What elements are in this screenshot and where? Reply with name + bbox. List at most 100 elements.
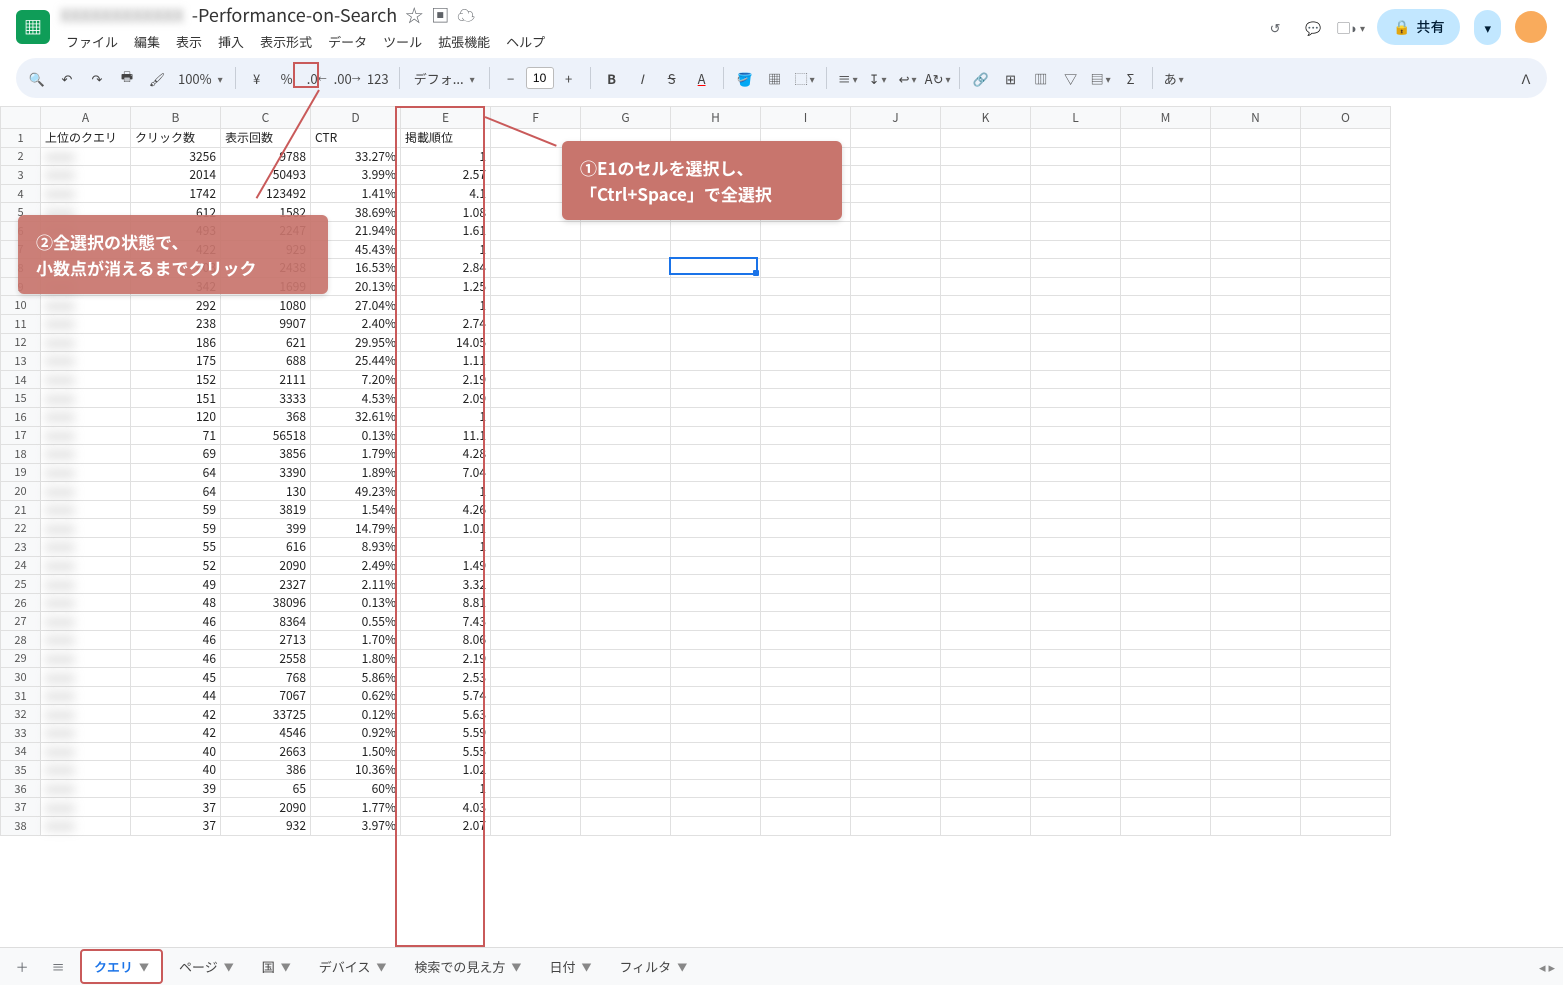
cell[interactable] — [761, 649, 851, 668]
cell[interactable] — [1211, 296, 1301, 315]
cell[interactable] — [581, 798, 671, 817]
cell[interactable] — [851, 705, 941, 724]
cell[interactable] — [941, 203, 1031, 222]
cell[interactable] — [1031, 556, 1121, 575]
cell[interactable]: 4546 — [221, 724, 311, 743]
cell[interactable] — [941, 370, 1031, 389]
cell[interactable]: 8.81 — [401, 593, 491, 612]
cell[interactable] — [491, 724, 581, 743]
cell[interactable] — [941, 296, 1031, 315]
cell[interactable] — [1301, 556, 1391, 575]
cell[interactable]: xxxxx — [41, 370, 131, 389]
cell[interactable] — [491, 445, 581, 464]
cell[interactable]: 49 — [131, 575, 221, 594]
cell[interactable]: 38096 — [221, 593, 311, 612]
cell[interactable] — [671, 389, 761, 408]
cell[interactable]: 1.41% — [311, 184, 401, 203]
cell[interactable] — [581, 296, 671, 315]
cell[interactable]: 616 — [221, 538, 311, 557]
cell[interactable] — [1031, 482, 1121, 501]
cell[interactable] — [1211, 259, 1301, 278]
sheet-tab-日付[interactable]: 日付▼ — [537, 949, 603, 984]
cell[interactable] — [1121, 463, 1211, 482]
row-header[interactable]: 36 — [1, 779, 41, 798]
menu-ファイル[interactable]: ファイル — [60, 30, 124, 53]
cell[interactable] — [761, 352, 851, 371]
cell[interactable]: xxxxx — [41, 389, 131, 408]
cell[interactable]: 386 — [221, 761, 311, 780]
cell[interactable]: 11.1 — [401, 426, 491, 445]
cell[interactable] — [941, 482, 1031, 501]
cell[interactable]: 14.05 — [401, 333, 491, 352]
cell[interactable] — [1121, 221, 1211, 240]
cell[interactable]: 4.28 — [401, 445, 491, 464]
cell[interactable] — [941, 352, 1031, 371]
cell[interactable] — [851, 742, 941, 761]
cell[interactable]: 1.54% — [311, 500, 401, 519]
cell[interactable]: 64 — [131, 482, 221, 501]
tab-dropdown-icon[interactable]: ▼ — [511, 959, 521, 974]
cell[interactable]: xxxxx — [41, 761, 131, 780]
document-title[interactable]: XXXXXXXXXXXX-Performance-on-Search ☆ ▣ ☁ — [60, 2, 551, 28]
cell[interactable] — [761, 463, 851, 482]
comments-icon[interactable]: 💬 — [1301, 15, 1325, 39]
tab-dropdown-icon[interactable]: ▼ — [224, 959, 234, 974]
cell[interactable] — [1121, 631, 1211, 650]
cell[interactable] — [491, 296, 581, 315]
cell[interactable] — [1121, 649, 1211, 668]
cell[interactable] — [1211, 370, 1301, 389]
menu-編集[interactable]: 編集 — [128, 30, 166, 53]
wrap-button[interactable]: ↩ — [895, 64, 921, 92]
cell[interactable] — [1031, 593, 1121, 612]
cell[interactable]: 120 — [131, 407, 221, 426]
cell[interactable] — [1121, 277, 1211, 296]
cell[interactable] — [941, 742, 1031, 761]
cell[interactable]: xxxxx — [41, 668, 131, 687]
menu-データ[interactable]: データ — [322, 30, 373, 53]
cell[interactable] — [761, 742, 851, 761]
cell[interactable]: xxxxx — [41, 184, 131, 203]
col-header-D[interactable]: D — [311, 107, 401, 129]
cell[interactable] — [761, 816, 851, 835]
cell[interactable] — [1301, 742, 1391, 761]
cell[interactable] — [851, 686, 941, 705]
cell[interactable]: xxxxx — [41, 333, 131, 352]
cell[interactable] — [761, 668, 851, 687]
cell[interactable] — [581, 816, 671, 835]
cell[interactable] — [1121, 407, 1211, 426]
cell[interactable] — [1301, 352, 1391, 371]
cell[interactable] — [671, 742, 761, 761]
cell[interactable]: 42 — [131, 705, 221, 724]
cell[interactable] — [491, 779, 581, 798]
cell[interactable]: xxxxx — [41, 742, 131, 761]
cell[interactable] — [1211, 333, 1301, 352]
cell[interactable] — [1211, 184, 1301, 203]
cell[interactable] — [761, 314, 851, 333]
cell[interactable] — [1211, 705, 1301, 724]
cell[interactable] — [491, 631, 581, 650]
col-header-O[interactable]: O — [1301, 107, 1391, 129]
cell[interactable] — [761, 333, 851, 352]
filter-button[interactable]: ▽ — [1058, 64, 1084, 92]
cell[interactable] — [1211, 500, 1301, 519]
cell[interactable]: xxxxx — [41, 407, 131, 426]
col-header-N[interactable]: N — [1211, 107, 1301, 129]
cell[interactable] — [1301, 277, 1391, 296]
cell[interactable]: 130 — [221, 482, 311, 501]
cell[interactable] — [1121, 668, 1211, 687]
cell[interactable]: 2327 — [221, 575, 311, 594]
cell[interactable] — [671, 575, 761, 594]
cell[interactable] — [851, 798, 941, 817]
cell[interactable] — [941, 649, 1031, 668]
cell[interactable]: 3256 — [131, 147, 221, 166]
cell[interactable] — [581, 538, 671, 557]
cell[interactable] — [761, 779, 851, 798]
cell[interactable]: 932 — [221, 816, 311, 835]
cell[interactable]: 9788 — [221, 147, 311, 166]
cell[interactable] — [941, 389, 1031, 408]
cell[interactable] — [941, 519, 1031, 538]
cell[interactable]: 1.79% — [311, 445, 401, 464]
cell[interactable] — [1031, 407, 1121, 426]
cell[interactable] — [1121, 593, 1211, 612]
cell[interactable] — [1121, 314, 1211, 333]
